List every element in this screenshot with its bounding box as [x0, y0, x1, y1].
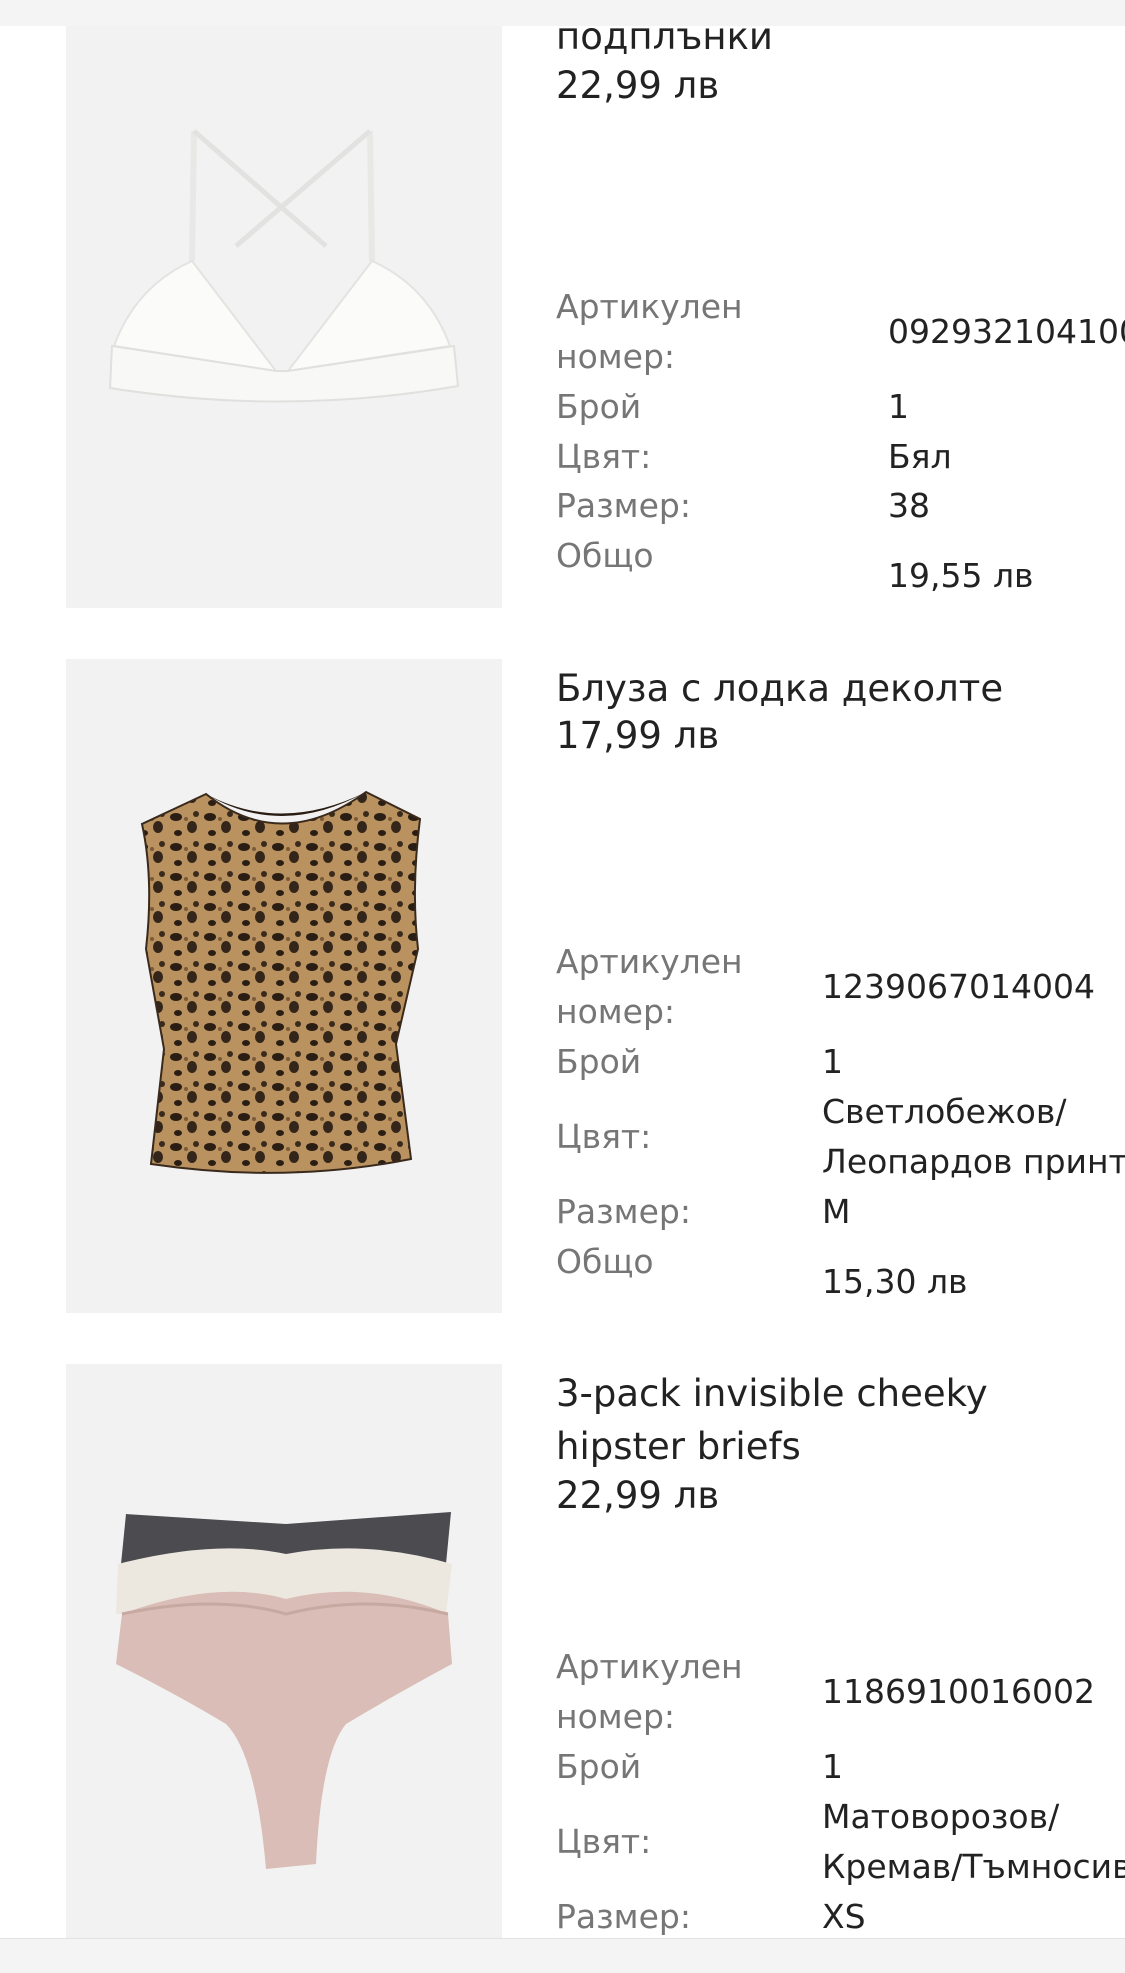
product-title[interactable]: Блуза с лодка деколте: [556, 662, 1116, 715]
article-label-2: номер:: [556, 337, 676, 376]
product-image-white-top[interactable]: [66, 26, 502, 608]
size-label: Размер:: [556, 486, 691, 525]
size-label: Размер:: [556, 1192, 691, 1231]
product-title-line2[interactable]: hipster briefs: [556, 1420, 1116, 1473]
quantity-value: 1: [888, 387, 909, 426]
color-value: Бял: [888, 437, 952, 476]
color-label: Цвят:: [556, 1117, 652, 1156]
bottom-browser-bar: [0, 1938, 1125, 1973]
total-value: 19,55 лв: [888, 556, 1034, 595]
top-browser-bar: [0, 0, 1125, 26]
quantity-label: Брой: [556, 1042, 642, 1081]
quantity-value: 1: [822, 1747, 843, 1786]
article-label-2: номер:: [556, 1697, 676, 1736]
white-bikini-top-icon: [108, 129, 460, 403]
leopard-top-icon: [140, 790, 422, 1174]
product-price: 22,99 лв: [556, 64, 720, 107]
product-title-line1[interactable]: 3-pack invisible cheeky: [556, 1367, 1116, 1420]
article-number: 0929321041000: [888, 312, 1125, 351]
color-value-line2: Кремав/Тъмносив: [822, 1847, 1125, 1886]
article-number: 1186910016002: [822, 1672, 1095, 1711]
size-value: M: [822, 1192, 851, 1231]
quantity-value: 1: [822, 1042, 843, 1081]
color-value-line1: Матоворозов/: [822, 1797, 1060, 1836]
product-price: 22,99 лв: [556, 1474, 720, 1517]
article-label-2: номер:: [556, 992, 676, 1031]
color-label: Цвят:: [556, 437, 652, 476]
size-label: Размер:: [556, 1897, 691, 1936]
article-label: Артикулен: [556, 942, 743, 981]
color-value-line1: Светлобежов/: [822, 1092, 1067, 1131]
article-label: Артикулен: [556, 287, 743, 326]
total-label: Общо: [556, 536, 654, 575]
article-label: Артикулен: [556, 1647, 743, 1686]
product-image-briefs[interactable]: [66, 1364, 502, 1938]
size-value: 38: [888, 486, 930, 525]
quantity-label: Брой: [556, 387, 642, 426]
product-image-leopard-top[interactable]: [66, 659, 502, 1313]
product-price: 17,99 лв: [556, 714, 720, 757]
size-value: XS: [822, 1897, 866, 1936]
total-value: 15,30 лв: [822, 1262, 968, 1301]
total-label: Общо: [556, 1242, 654, 1281]
briefs-pack-icon: [116, 1512, 452, 1869]
color-value-line2: Леопардов принт: [822, 1142, 1125, 1181]
article-number: 1239067014004: [822, 967, 1095, 1006]
quantity-label: Брой: [556, 1747, 642, 1786]
color-label: Цвят:: [556, 1822, 652, 1861]
